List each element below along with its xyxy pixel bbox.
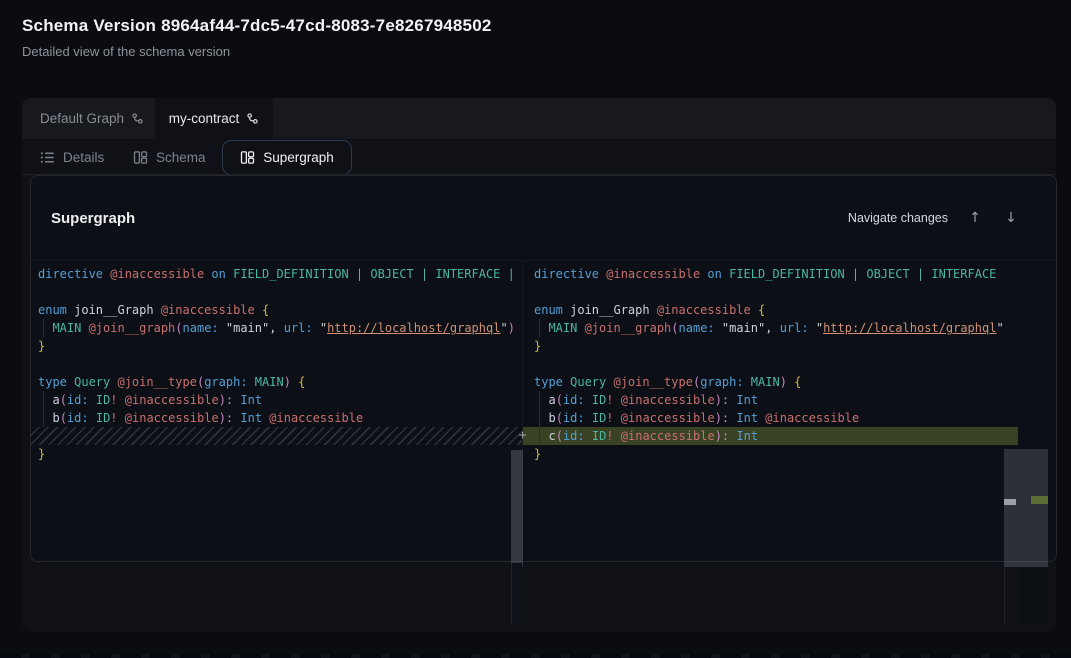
code-line: }	[534, 337, 1004, 355]
tab-my-contract[interactable]: my-contract	[155, 98, 273, 139]
tab-default-graph[interactable]: Default Graph	[40, 98, 144, 139]
page-subtitle: Detailed view of the schema version	[22, 44, 230, 59]
bottom-dashed-edge	[0, 654, 1071, 658]
original-code: directive @inaccessible on FIELD_DEFINIT…	[31, 261, 522, 463]
fork-icon	[246, 112, 259, 125]
code-line: b(id: ID! @inaccessible): Int @inaccessi…	[38, 409, 522, 427]
original-pane[interactable]: directive @inaccessible on FIELD_DEFINIT…	[31, 261, 522, 562]
code-line	[534, 283, 1004, 301]
code-line: }	[38, 445, 522, 463]
minimap[interactable]	[1004, 261, 1048, 562]
panel-header: Supergraph Navigate changes ↑ ↓	[51, 202, 1020, 234]
tab-default-graph-label: Default Graph	[40, 111, 124, 126]
code-line: a(id: ID! @inaccessible): Int	[38, 391, 522, 409]
code-line	[38, 355, 522, 373]
list-icon	[40, 150, 55, 165]
code-line: }	[534, 445, 1004, 463]
scrollbar-track-overflow-left	[511, 563, 522, 625]
navigate-changes: Navigate changes ↑ ↓	[848, 210, 1020, 226]
minimap-column-overflow	[1018, 567, 1048, 625]
navigate-changes-label: Navigate changes	[848, 211, 948, 225]
diff-insert-indicator[interactable]: +	[515, 427, 530, 445]
navigate-previous-change-button[interactable]: ↑	[966, 210, 984, 226]
added-code-line: c(id: ID! @inaccessible): Int	[534, 427, 1004, 445]
code-line: MAIN @join__graph(name: "main", url: "ht…	[38, 319, 522, 337]
arrow-up-icon: ↑	[969, 210, 981, 226]
subtab-schema-label: Schema	[156, 150, 206, 165]
panel-title: Supergraph	[51, 210, 135, 227]
subtab-details-label: Details	[63, 150, 104, 165]
code-line: MAIN @join__graph(name: "main", url: "ht…	[534, 319, 1004, 337]
supergraph-panel: Supergraph Navigate changes ↑ ↓ directiv…	[30, 175, 1057, 562]
minimap-slider[interactable]	[1004, 449, 1048, 562]
code-line: directive @inaccessible on FIELD_DEFINIT…	[38, 265, 522, 283]
code-line: a(id: ID! @inaccessible): Int	[534, 391, 1004, 409]
diff-placeholder-line	[38, 427, 522, 445]
code-line: directive @inaccessible on FIELD_DEFINIT…	[534, 265, 1004, 283]
fork-icon	[131, 112, 144, 125]
code-line: b(id: ID! @inaccessible): Int @inaccessi…	[534, 409, 1004, 427]
minimap-deletion-marker	[1004, 499, 1016, 505]
subtab-details[interactable]: Details	[40, 139, 104, 175]
code-line: type Query @join__type(graph: MAIN) {	[534, 373, 1004, 391]
minimap-addition-marker	[1031, 496, 1048, 504]
code-line	[534, 355, 1004, 373]
minimap-edge-overflow	[1004, 567, 1005, 625]
left-scrollbar-thumb[interactable]	[511, 450, 523, 562]
navigate-next-change-button[interactable]: ↓	[1002, 210, 1020, 226]
code-line: enum join__Graph @inaccessible {	[534, 301, 1004, 319]
split-panels-icon	[133, 150, 148, 165]
subtab-supergraph[interactable]: Supergraph	[222, 140, 352, 175]
page-title: Schema Version 8964af44-7dc5-47cd-8083-7…	[22, 16, 492, 36]
code-line: type Query @join__type(graph: MAIN) {	[38, 373, 522, 391]
modified-code: directive @inaccessible on FIELD_DEFINIT…	[523, 261, 1004, 463]
tab-my-contract-label: my-contract	[169, 111, 240, 126]
subtab-schema[interactable]: Schema	[133, 139, 206, 175]
code-line: }	[38, 337, 522, 355]
code-line: enum join__Graph @inaccessible {	[38, 301, 522, 319]
modified-pane[interactable]: directive @inaccessible on FIELD_DEFINIT…	[523, 261, 1004, 562]
diff-editor: directive @inaccessible on FIELD_DEFINIT…	[31, 260, 1056, 562]
code-line	[38, 283, 522, 301]
arrow-down-icon: ↓	[1005, 210, 1017, 226]
split-panels-icon	[240, 150, 255, 165]
subtab-supergraph-label: Supergraph	[263, 150, 334, 165]
